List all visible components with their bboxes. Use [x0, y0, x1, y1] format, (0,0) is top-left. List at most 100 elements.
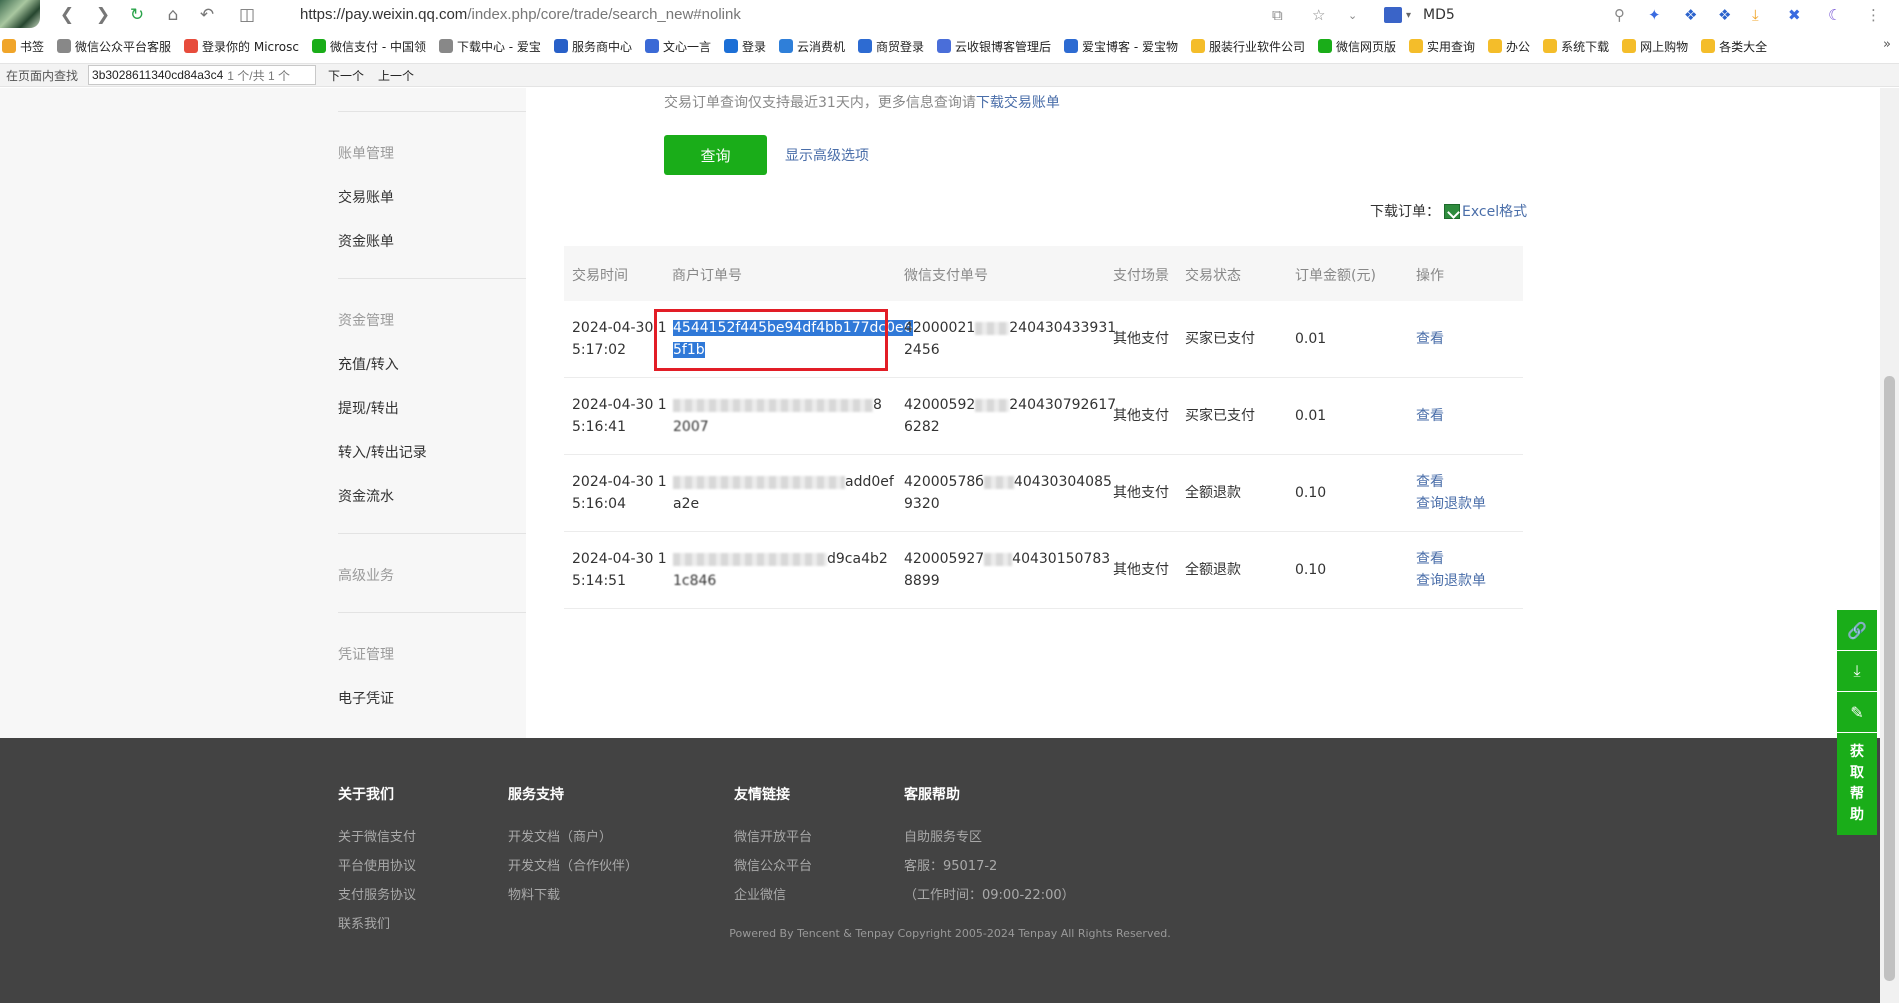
- bookmark-item[interactable]: 微信公众平台客服: [57, 38, 171, 55]
- footer-link[interactable]: 支付服务协议: [338, 884, 416, 903]
- trade-time-line1: 2024-04-30 1: [572, 551, 667, 567]
- footer-link[interactable]: 关于微信支付: [338, 826, 416, 845]
- reader-icon[interactable]: ◫: [236, 4, 258, 26]
- search-engine-box[interactable]: ▾ MD5: [1384, 4, 1614, 26]
- footer-link[interactable]: 物料下载: [508, 884, 560, 903]
- sidebar-item-fund-bill[interactable]: 资金账单: [338, 231, 394, 251]
- find-count: 1 个/共 1 个: [227, 68, 290, 83]
- footer-link[interactable]: 开发文档（商户）: [508, 826, 612, 845]
- view-link[interactable]: 查看: [1416, 328, 1444, 350]
- bookmark-favicon-icon: [858, 39, 872, 53]
- browser-profile-image[interactable]: [0, 0, 40, 28]
- page-scrollbar[interactable]: [1880, 88, 1899, 1003]
- reload-icon[interactable]: ↻: [126, 4, 148, 26]
- chevron-down-icon[interactable]: ⌄: [1348, 4, 1357, 26]
- footer-link[interactable]: 平台使用协议: [338, 855, 416, 874]
- page-content: 账单管理 交易账单 资金账单 资金管理 充值/转入 提现/转出 转入/转出记录 …: [0, 88, 1880, 1003]
- bookmark-item[interactable]: 爱宝博客 - 爱宝物: [1064, 38, 1178, 55]
- footer-link[interactable]: 微信公众平台: [734, 855, 812, 874]
- sidebar-item-e-voucher[interactable]: 电子凭证: [338, 688, 394, 708]
- search-icon[interactable]: ⚲: [1614, 4, 1625, 26]
- bookmark-item[interactable]: 实用查询: [1409, 38, 1475, 55]
- column-header: 操作: [1416, 268, 1444, 284]
- bookmark-item[interactable]: 网上购物: [1622, 38, 1688, 55]
- theme-icon[interactable]: ☾: [1828, 4, 1841, 26]
- scrollbar-thumb[interactable]: [1884, 376, 1895, 981]
- bookmark-item[interactable]: 系统下载: [1543, 38, 1609, 55]
- merchant-order-no-part: d9ca4b2: [827, 551, 888, 567]
- merchant-order-no-part: a2e: [673, 496, 700, 512]
- merchant-order-no[interactable]: 8 2007: [673, 394, 882, 438]
- bookmark-favicon-icon: [438, 39, 453, 53]
- bookmark-item[interactable]: 登录: [723, 38, 766, 55]
- view-link[interactable]: 查看: [1416, 474, 1444, 490]
- query-refund-link[interactable]: 查询退款单: [1416, 573, 1486, 589]
- merchant-order-no[interactable]: add0ef a2e: [673, 471, 894, 515]
- bookmark-item[interactable]: 微信网页版: [1318, 38, 1396, 55]
- bookmark-item[interactable]: 文心一言: [644, 38, 711, 55]
- forward-icon[interactable]: ❯: [92, 4, 114, 26]
- download-orders: 下载订单： Excel格式: [1370, 201, 1527, 221]
- footer-link[interactable]: 自助服务专区: [904, 826, 982, 845]
- star-icon[interactable]: ☆: [1312, 4, 1325, 26]
- view-link[interactable]: 查看: [1416, 551, 1444, 567]
- bookmark-label: 微信网页版: [1336, 39, 1397, 54]
- menu-icon[interactable]: ⋮: [1866, 4, 1881, 26]
- edit-icon[interactable]: ✎: [1837, 692, 1877, 732]
- find-input[interactable]: 3b3028611340cd84a3c4 1 个/共 1 个: [88, 65, 317, 85]
- tools-icon[interactable]: ✖: [1788, 4, 1801, 26]
- footer-link[interactable]: 微信开放平台: [734, 826, 812, 845]
- extension-bird-icon[interactable]: ✦: [1648, 4, 1661, 26]
- query-button[interactable]: 查询: [664, 135, 767, 175]
- bookmark-item[interactable]: 云消费机: [778, 38, 845, 55]
- share-icon[interactable]: ⧉: [1272, 4, 1283, 26]
- sidebar-divider: [338, 111, 526, 112]
- sidebar-item-fund-flow[interactable]: 资金流水: [338, 486, 394, 506]
- bookmark-item[interactable]: 微信支付 - 中国领: [312, 38, 426, 55]
- extension-puzzle-icon[interactable]: ❖: [1684, 4, 1697, 26]
- sidebar-item-recharge[interactable]: 充值/转入: [338, 354, 399, 374]
- bookmark-item[interactable]: 各类大全: [1701, 38, 1767, 55]
- extensions-icon[interactable]: ❖: [1718, 4, 1731, 26]
- sidebar-head-advanced[interactable]: 高级业务: [338, 565, 394, 585]
- get-help-button[interactable]: 获取帮助: [1837, 733, 1877, 835]
- chevron-down-icon[interactable]: ▾: [1406, 10, 1411, 21]
- bookmark-item[interactable]: 服装行业软件公司: [1191, 38, 1305, 55]
- wechat-order-no-part: 9320: [904, 496, 940, 512]
- view-link[interactable]: 查看: [1416, 405, 1444, 427]
- find-label: 在页面内查找: [6, 68, 79, 83]
- download-bill-link[interactable]: 下载交易账单: [976, 95, 1060, 111]
- download-excel-link[interactable]: Excel格式: [1462, 201, 1527, 221]
- link-icon[interactable]: 🔗: [1837, 610, 1877, 650]
- address-bar[interactable]: https://pay.weixin.qq.com/index.php/core…: [300, 6, 741, 23]
- back-icon[interactable]: ❮: [56, 4, 78, 26]
- footer-link[interactable]: 开发文档（合作伙伴）: [508, 855, 638, 874]
- bookmarks-more-icon[interactable]: »: [1883, 37, 1891, 52]
- sidebar-item-trade-bill[interactable]: 交易账单: [338, 187, 394, 207]
- sidebar-item-transfer-records[interactable]: 转入/转出记录: [338, 442, 427, 462]
- find-prev-button[interactable]: 上一个: [378, 67, 414, 84]
- download-icon[interactable]: ⤓: [1837, 651, 1877, 691]
- bookmark-item[interactable]: 登录你的 Microsc: [184, 38, 299, 55]
- sidebar-item-withdraw[interactable]: 提现/转出: [338, 398, 399, 418]
- query-hint: 交易订单查询仅支持最近31天内，更多信息查询请下载交易账单: [664, 92, 1060, 112]
- bookmark-item[interactable]: 服务商中心: [553, 38, 632, 55]
- home-icon[interactable]: ⌂: [162, 4, 184, 26]
- download-icon[interactable]: ⤓: [1752, 4, 1759, 26]
- bookmark-item[interactable]: 商贸登录: [858, 38, 924, 55]
- download-label: 下载订单：: [1370, 204, 1440, 220]
- bookmark-item[interactable]: 办公: [1488, 38, 1530, 55]
- bookmark-item[interactable]: 书签: [2, 38, 44, 55]
- undo-close-icon[interactable]: ↶: [196, 4, 218, 26]
- advanced-options-link[interactable]: 显示高级选项: [785, 145, 869, 165]
- merchant-order-no-part: add0ef: [845, 474, 894, 490]
- footer-link[interactable]: 企业微信: [734, 884, 786, 903]
- find-next-button[interactable]: 下一个: [328, 67, 364, 84]
- query-refund-link[interactable]: 查询退款单: [1416, 496, 1486, 512]
- merchant-order-no[interactable]: d9ca4b2 1c846: [673, 548, 888, 592]
- bookmark-item[interactable]: 云收银博客管理后: [937, 38, 1051, 55]
- search-query: MD5: [1423, 7, 1455, 23]
- bookmark-item[interactable]: 下载中心 - 爱宝: [438, 38, 541, 55]
- bookmark-label: 办公: [1506, 39, 1531, 54]
- trade-time: 2024-04-30 1 5:16:41: [572, 394, 667, 438]
